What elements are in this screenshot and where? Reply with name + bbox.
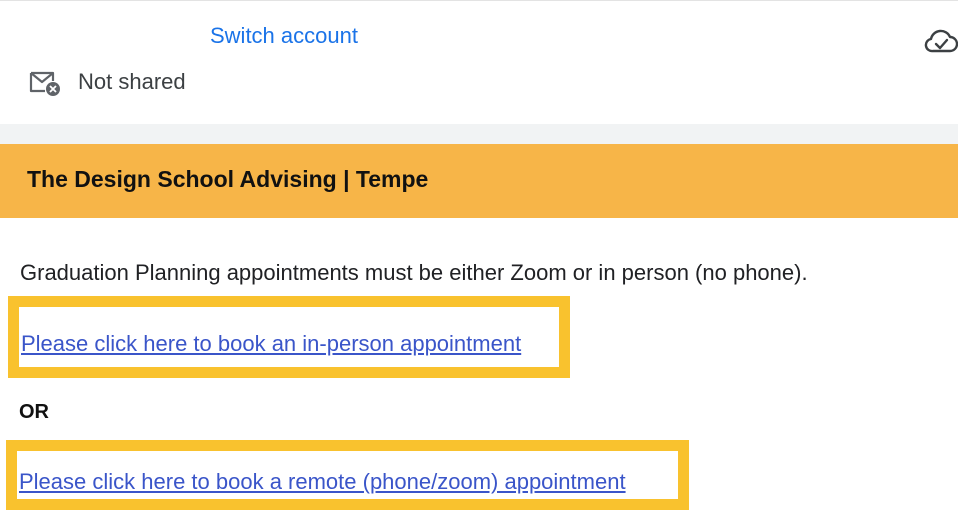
- description-text: Graduation Planning appointments must be…: [20, 260, 808, 285]
- or-separator: OR: [19, 401, 49, 423]
- banner-title: The Design School Advising | Tempe: [27, 166, 429, 192]
- share-status-row: Not shared: [28, 67, 186, 97]
- share-status-text: Not shared: [78, 69, 186, 94]
- header-banner: The Design School Advising | Tempe: [0, 144, 958, 218]
- cloud-done-icon[interactable]: [924, 27, 958, 55]
- remote-booking-link[interactable]: Please click here to book a remote (phon…: [19, 469, 626, 495]
- in-person-booking-link[interactable]: Please click here to book an in-person a…: [21, 331, 521, 357]
- account-card: Switch account Not shared: [0, 0, 958, 125]
- mail-blocked-icon: [28, 67, 62, 97]
- section-divider: [0, 124, 958, 144]
- switch-account-link[interactable]: Switch account: [210, 23, 358, 49]
